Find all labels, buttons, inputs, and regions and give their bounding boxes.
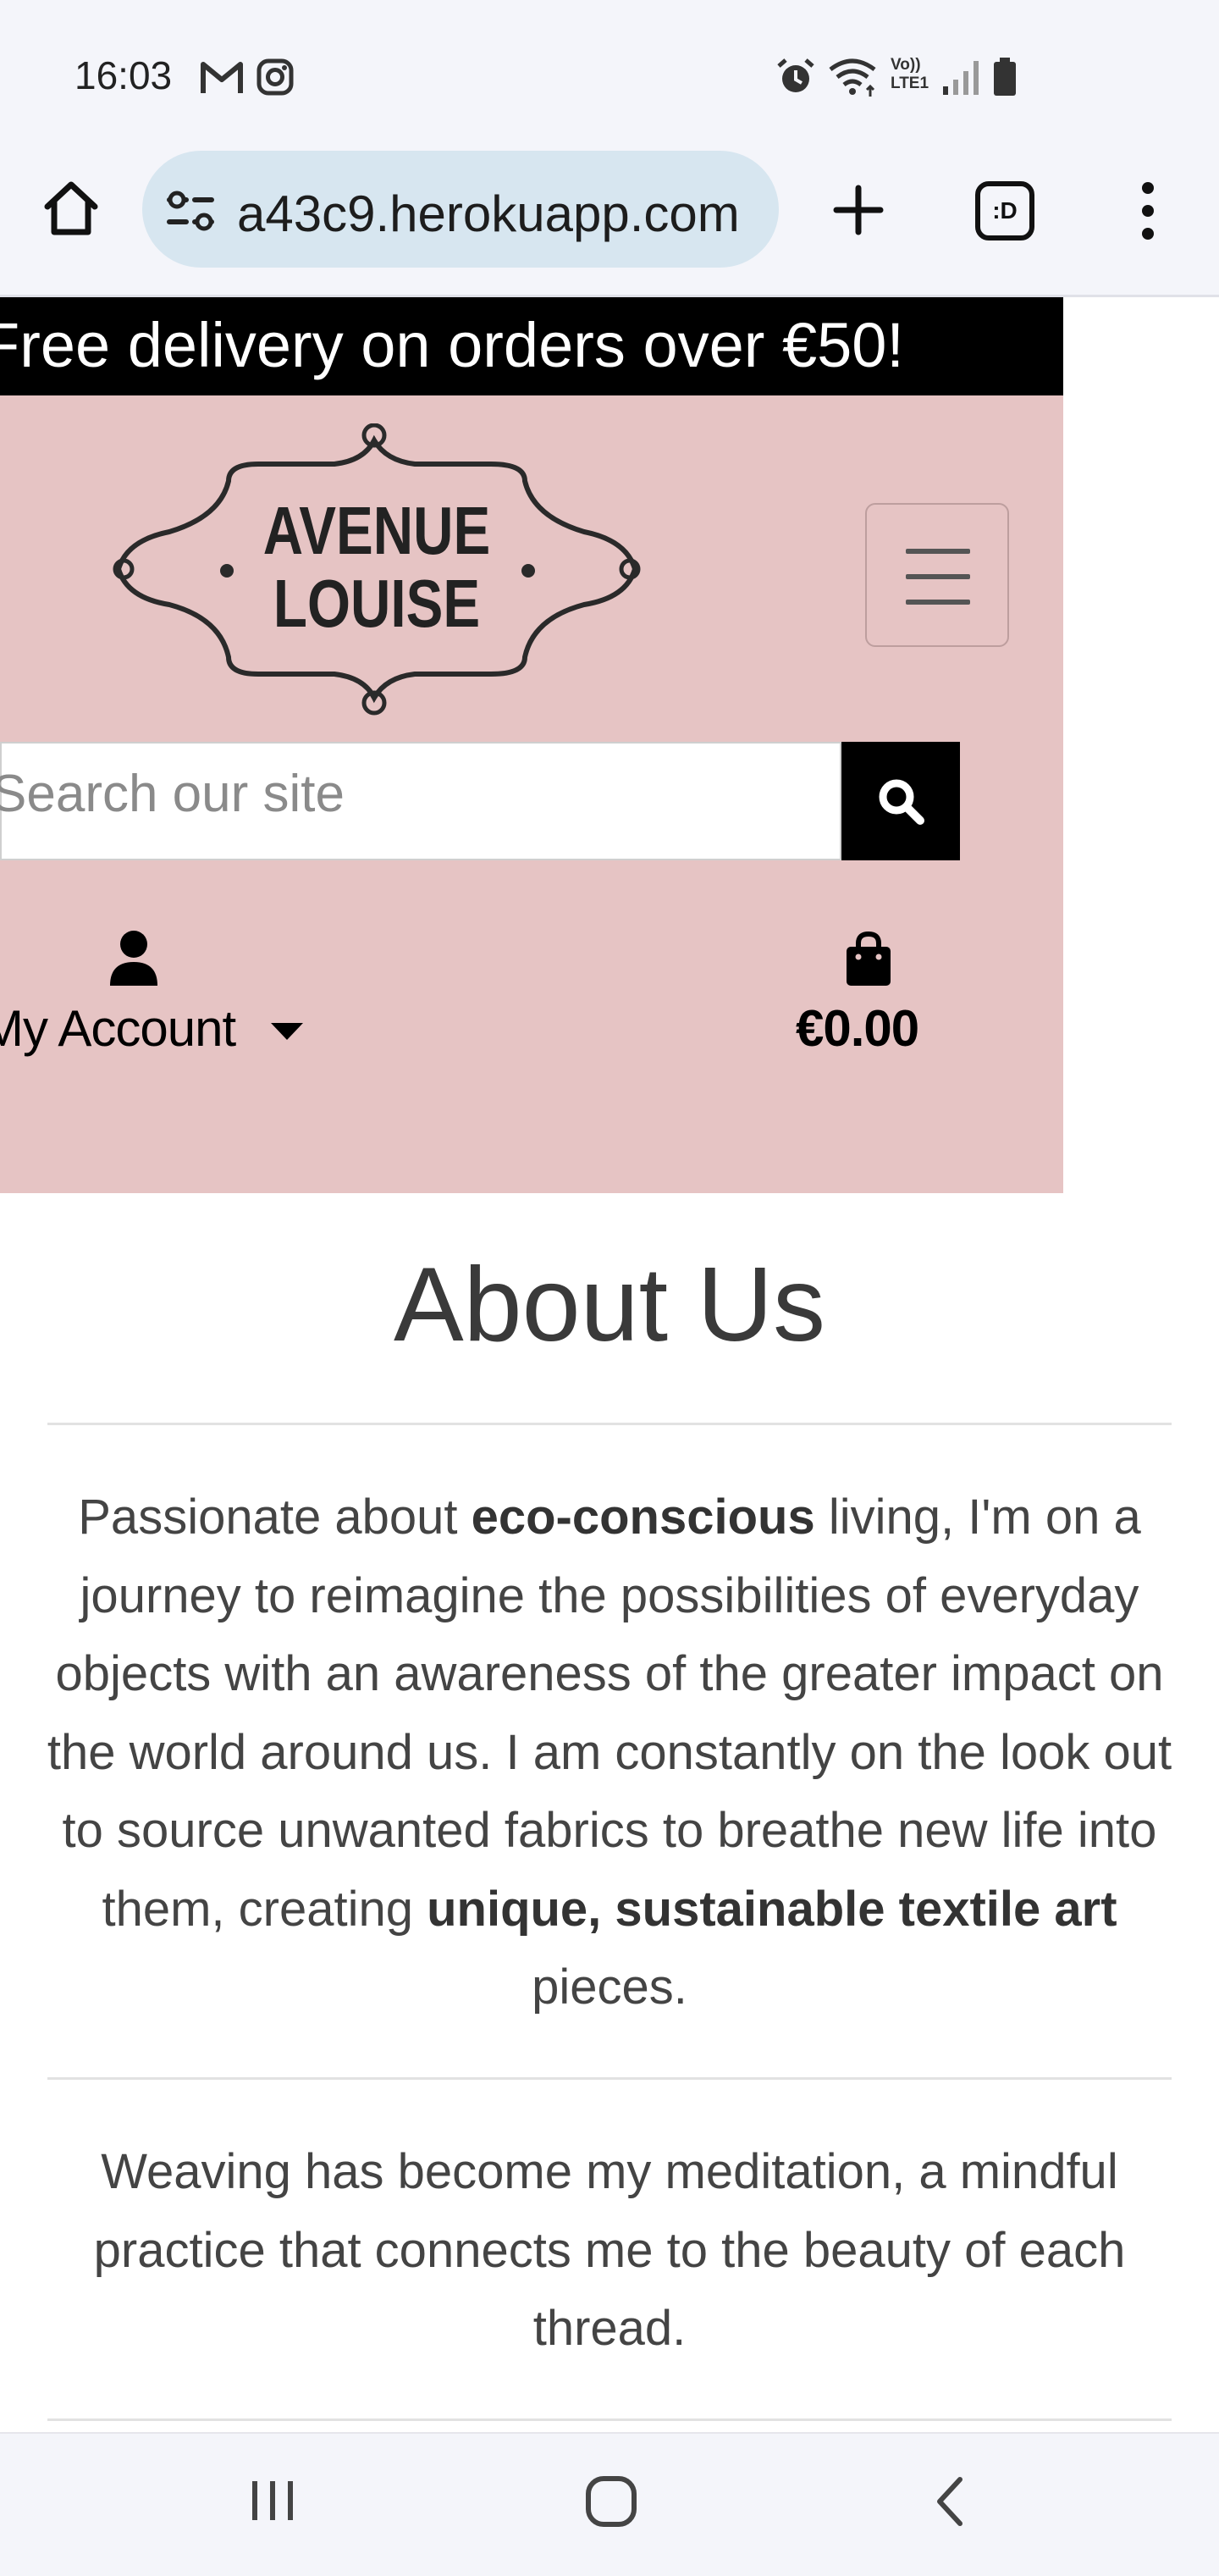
account-menu-toggle[interactable]: My Account [0, 999, 236, 1058]
delivery-banner-text: Free delivery on orders over €50! [0, 310, 904, 380]
search-icon [879, 779, 924, 825]
caret-down-icon[interactable] [269, 1021, 305, 1042]
wifi-icon [829, 58, 876, 97]
recent-apps-icon[interactable] [247, 2478, 298, 2523]
bold-eco-conscious: eco-conscious [471, 1490, 815, 1545]
tab-switcher-button[interactable]: :D [975, 181, 1034, 240]
search-button[interactable] [841, 742, 960, 860]
divider [47, 1423, 1172, 1425]
instagram-icon [256, 58, 294, 96]
home-nav-icon[interactable] [584, 2474, 638, 2529]
about-paragraph-2: Weaving has become my meditation, a mind… [93, 2144, 1126, 2356]
home-icon[interactable] [41, 178, 102, 239]
logo-text: AVENUE LOUISE [262, 493, 491, 641]
alarm-icon [777, 58, 814, 92]
site-settings-icon[interactable] [166, 190, 215, 232]
new-tab-icon[interactable] [831, 183, 885, 237]
cart-total[interactable]: €0.00 [796, 999, 919, 1058]
page-title: About Us [393, 1247, 826, 1363]
user-icon[interactable] [108, 930, 159, 986]
back-icon[interactable] [931, 2476, 968, 2527]
bold-unique-sustainable: unique, sustainable textile art [427, 1881, 1117, 1937]
shopping-bag-icon[interactable] [843, 931, 894, 986]
status-time: 16:03 [74, 53, 173, 97]
url-text[interactable]: a43c9.herokuapp.com [237, 185, 740, 243]
signal-icon [943, 61, 979, 95]
battery-icon [994, 58, 1016, 96]
divider [47, 2418, 1172, 2421]
delivery-banner: Free delivery on orders over €50! [0, 297, 1063, 395]
status-bar [0, 0, 1219, 152]
divider [47, 2077, 1172, 2080]
search-placeholder: Search our site [0, 765, 345, 823]
menu-icon [906, 549, 970, 554]
menu-toggle-button[interactable] [865, 503, 1009, 647]
volte-icon: Vo)) LTE1 [891, 56, 929, 92]
about-paragraph-1: Passionate about eco-conscious living, I… [47, 1490, 1172, 2015]
more-menu-icon[interactable] [1131, 180, 1165, 242]
gmail-icon [201, 62, 243, 93]
